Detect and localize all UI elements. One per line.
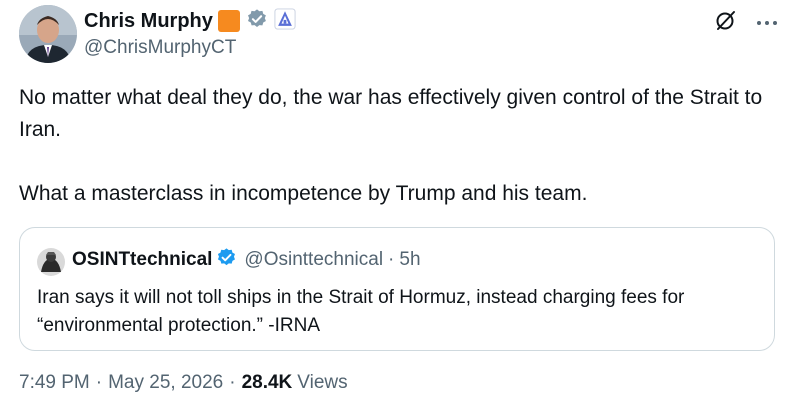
author-name-row: Chris Murphy (84, 7, 296, 35)
gray-verified-badge-icon[interactable] (246, 8, 268, 35)
verified-badge-icon[interactable] (216, 247, 237, 273)
tweet-date[interactable]: May 25, 2026 (108, 372, 223, 394)
author-avatar[interactable] (19, 5, 77, 63)
meta-separator: · (229, 372, 236, 393)
quoted-separator: · (388, 249, 395, 270)
tweet-paragraph: What a masterclass in incompetence by Tr… (19, 182, 588, 205)
author-display-name[interactable]: Chris Murphy (84, 10, 213, 33)
tweet-body: No matter what deal they do, the war has… (19, 82, 789, 210)
quoted-tweet-header: OSINTtechnical @Osinttechnical · 5h (72, 246, 421, 274)
grok-icon[interactable] (714, 8, 738, 37)
orange-square-badge-icon (217, 10, 240, 32)
quoted-tweet-text: Iran says it will not toll ships in the … (37, 287, 685, 336)
views-label: Views (297, 372, 348, 393)
more-options-icon[interactable] (756, 14, 778, 32)
views-count: 28.4K (241, 372, 293, 393)
quoted-author-name[interactable]: OSINTtechnical (72, 249, 212, 271)
quoted-tweet-card[interactable]: OSINTtechnical @Osinttechnical · 5h Iran… (19, 227, 775, 351)
tweet-paragraph: No matter what deal they do, the war has… (19, 86, 763, 141)
quoted-author-avatar[interactable] (37, 248, 65, 276)
tweet-meta: 7:49 PM · May 25, 2026 · 28.4K Views (19, 372, 348, 394)
quoted-timestamp[interactable]: 5h (399, 249, 420, 271)
author-handle[interactable]: @ChrisMurphyCT (84, 37, 236, 59)
quoted-author-handle[interactable]: @Osinttechnical (244, 249, 383, 271)
government-affiliate-icon[interactable] (274, 7, 296, 35)
header-actions (714, 8, 778, 37)
meta-separator: · (95, 372, 103, 393)
author-avatar-image (19, 5, 77, 63)
tweet-card: Chris Murphy @ChrisMurphyCT No matter wh… (0, 0, 800, 415)
tweet-time[interactable]: 7:49 PM (19, 372, 90, 394)
quoted-avatar-image (37, 248, 65, 276)
